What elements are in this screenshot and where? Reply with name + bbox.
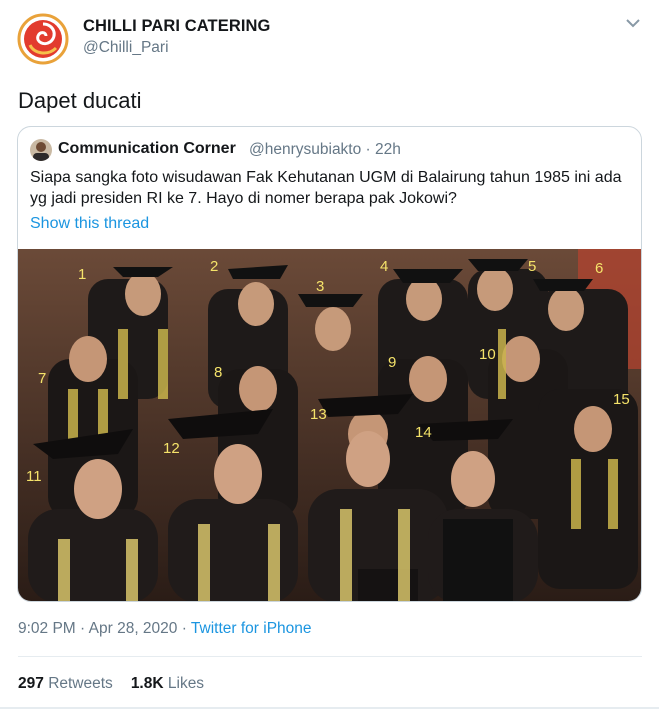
tweet-meta: 9:02 PM · Apr 28, 2020 · Twitter for iPh… [18,620,312,638]
retweets-label: Retweets [48,675,113,692]
graduation-photo[interactable]: 1 2 3 4 5 6 7 8 9 10 11 12 13 14 15 [18,249,642,602]
photo-label: 10 [479,346,496,363]
photo-label: 1 [78,266,86,283]
tweet-time[interactable]: 9:02 PM [18,620,76,637]
quoted-tweet[interactable]: Communication Corner @henrysubiakto · 22… [17,126,642,602]
quoted-tweet-text: Siapa sangka foto wisudawan Fak Kehutana… [30,169,622,207]
likes-count: 1.8K [130,675,164,692]
retweets-stat[interactable]: 297 Retweets [18,675,113,692]
photo-label: 2 [210,258,218,275]
photo-label: 5 [528,258,536,275]
likes-stat[interactable]: 1.8K Likes [131,675,204,692]
photo-label: 12 [163,440,180,457]
photo-label: 9 [388,354,396,371]
tweet-text: Dapet ducati [18,88,142,113]
show-thread-link[interactable]: Show this thread [30,215,149,233]
author-name[interactable]: CHILLI PARI CATERING [83,17,270,36]
photo-label: 4 [380,258,388,275]
photo-label: 8 [214,364,222,381]
quoted-author-name[interactable]: Communication Corner [58,140,236,158]
divider [18,656,642,657]
photo-label: 6 [595,260,603,277]
tweet-stats: 297 Retweets 1.8K Likes [18,675,204,693]
meta-separator: · [177,620,191,637]
photo-label: 7 [38,370,46,387]
photo-label: 15 [613,391,630,408]
chevron-down-icon[interactable] [624,16,642,30]
author-avatar[interactable] [16,12,70,66]
tweet-header: CHILLI PARI CATERING @Chilli_Pari [0,0,659,74]
photo-label: 14 [415,424,432,441]
meta-separator: · [75,620,89,637]
photo-label: 11 [26,468,42,485]
retweets-count: 297 [18,675,44,692]
photo-label: 3 [316,278,324,295]
likes-label: Likes [167,675,205,692]
quoted-author-handle[interactable]: @henrysubiakto · 22h [249,141,401,159]
tweet-date[interactable]: Apr 28, 2020 [89,620,178,637]
photo-label: 13 [310,406,327,423]
tweet-source[interactable]: Twitter for iPhone [191,620,312,637]
quoted-author-avatar[interactable] [30,139,52,161]
author-handle[interactable]: @Chilli_Pari [83,39,169,57]
